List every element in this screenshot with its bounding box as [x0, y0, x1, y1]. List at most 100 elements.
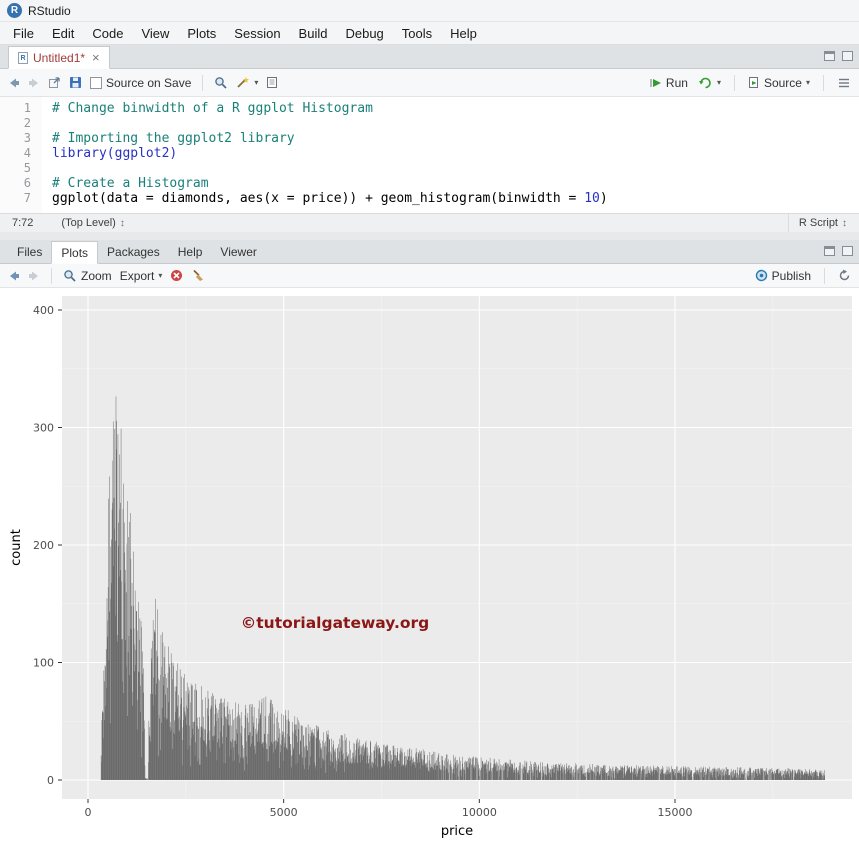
- x-tick-label: 10000: [462, 806, 497, 819]
- tab-files[interactable]: Files: [8, 240, 51, 263]
- toolbar-separator: [823, 75, 824, 91]
- file-type-selector[interactable]: R Script ↕: [788, 214, 847, 232]
- updown-icon: ↕: [842, 218, 847, 229]
- code-editor[interactable]: 1234567 # Change binwidth of a R ggplot …: [0, 97, 859, 213]
- menu-tools[interactable]: Tools: [393, 23, 441, 44]
- notebook-icon: [266, 76, 278, 89]
- x-axis-title: price: [441, 824, 473, 839]
- watermark-text: ©tutorialgateway.org: [241, 614, 429, 632]
- back-button[interactable]: [8, 77, 20, 89]
- tab-viewer[interactable]: Viewer: [211, 240, 265, 263]
- app-title: RStudio: [28, 4, 71, 18]
- file-type-label: R Script: [799, 217, 838, 229]
- rstudio-window: R RStudio FileEditCodeViewPlotsSessionBu…: [0, 0, 859, 845]
- y-tick-label: 100: [33, 657, 54, 670]
- caret-down-icon: ▾: [717, 78, 721, 87]
- toolbar-separator: [51, 268, 52, 284]
- previous-plot-button[interactable]: [8, 270, 20, 282]
- back-arrow-icon: [8, 270, 20, 282]
- ggplot-histogram: 0100200300400050001000015000pricecount©t…: [0, 288, 859, 845]
- forward-arrow-icon: [28, 270, 40, 282]
- forward-button[interactable]: [28, 77, 40, 89]
- menu-file[interactable]: File: [4, 23, 43, 44]
- cursor-position: 7:72: [12, 217, 33, 229]
- document-outline-button[interactable]: [837, 77, 851, 89]
- scope-selector[interactable]: (Top Level) ↕: [61, 217, 124, 229]
- tab-untitled1[interactable]: R Untitled1* ×: [8, 46, 110, 69]
- refresh-icon: [838, 269, 851, 282]
- menu-plots[interactable]: Plots: [178, 23, 225, 44]
- magnifier-icon: [214, 76, 228, 90]
- tab-plots[interactable]: Plots: [51, 241, 98, 264]
- find-replace-button[interactable]: [214, 76, 228, 90]
- x-tick-label: 0: [85, 806, 92, 819]
- pane-window-buttons: [824, 246, 853, 256]
- run-button[interactable]: Run: [649, 76, 688, 90]
- menu-edit[interactable]: Edit: [43, 23, 83, 44]
- source-pane: R Untitled1* × Sou: [0, 45, 859, 232]
- r-script-icon: R: [18, 52, 28, 64]
- caret-down-icon: ▾: [806, 78, 810, 87]
- magnifier-icon: [63, 269, 77, 283]
- line-numbers: 1234567: [0, 97, 42, 213]
- y-axis-title: count: [9, 529, 24, 566]
- outline-icon: [837, 77, 851, 89]
- y-tick-label: 300: [33, 422, 54, 435]
- publish-label: Publish: [772, 269, 811, 283]
- menu-session[interactable]: Session: [225, 23, 289, 44]
- source-on-save-checkbox[interactable]: [90, 77, 102, 89]
- maximize-pane-icon[interactable]: [842, 246, 853, 256]
- run-arrow-icon: [649, 77, 662, 89]
- source-tabstrip: R Untitled1* ×: [0, 45, 859, 69]
- minimize-pane-icon[interactable]: [824, 51, 835, 61]
- save-button[interactable]: [69, 76, 82, 89]
- code-lines: # Change binwidth of a R ggplot Histogra…: [42, 97, 608, 213]
- source-button[interactable]: Source ▾: [748, 76, 810, 90]
- tab-title: Untitled1*: [33, 51, 85, 65]
- title-bar: R RStudio: [0, 0, 859, 22]
- popout-icon: [48, 76, 61, 89]
- x-tick-label: 5000: [270, 806, 298, 819]
- remove-plot-icon: [170, 269, 183, 282]
- menu-build[interactable]: Build: [290, 23, 337, 44]
- tab-help[interactable]: Help: [169, 240, 212, 263]
- source-toolbar-right: Run ▾ Source ▾: [649, 75, 851, 91]
- compile-report-button[interactable]: [266, 76, 278, 89]
- save-icon: [69, 76, 82, 89]
- tab-packages[interactable]: Packages: [98, 240, 169, 263]
- menu-debug[interactable]: Debug: [336, 23, 392, 44]
- refresh-plot-button[interactable]: [838, 269, 851, 282]
- publish-button[interactable]: Publish: [755, 269, 811, 283]
- menu-view[interactable]: View: [132, 23, 178, 44]
- plots-toolbar: Zoom Export ▾ Publish: [0, 264, 859, 288]
- updown-icon: ↕: [120, 218, 125, 229]
- scope-label: (Top Level): [61, 217, 115, 229]
- menu-help[interactable]: Help: [441, 23, 486, 44]
- rerun-button[interactable]: ▾: [698, 76, 721, 89]
- menu-bar: FileEditCodeViewPlotsSessionBuildDebugTo…: [0, 22, 859, 45]
- source-on-save-toggle[interactable]: Source on Save: [90, 76, 191, 90]
- export-button[interactable]: Export ▾: [120, 269, 163, 283]
- open-in-new-window-button[interactable]: [48, 76, 61, 89]
- remove-plot-button[interactable]: [170, 269, 183, 282]
- maximize-pane-icon[interactable]: [842, 51, 853, 61]
- forward-arrow-icon: [28, 77, 40, 89]
- zoom-button[interactable]: Zoom: [63, 269, 112, 283]
- pane-divider[interactable]: [0, 232, 859, 240]
- source-toolbar: Source on Save ▾ Run ▾: [0, 69, 859, 97]
- y-tick-label: 200: [33, 539, 54, 552]
- zoom-label: Zoom: [81, 269, 112, 283]
- minimize-pane-icon[interactable]: [824, 246, 835, 256]
- run-label: Run: [666, 76, 688, 90]
- source-statusbar: 7:72 (Top Level) ↕ R Script ↕: [0, 213, 859, 232]
- toolbar-separator: [202, 75, 203, 91]
- code-tools-button[interactable]: ▾: [236, 76, 258, 89]
- caret-down-icon: ▾: [254, 78, 258, 87]
- menu-code[interactable]: Code: [83, 23, 132, 44]
- pane-window-buttons: [824, 51, 853, 61]
- source-doc-icon: [748, 76, 760, 89]
- close-tab-icon[interactable]: ×: [92, 51, 100, 64]
- next-plot-button[interactable]: [28, 270, 40, 282]
- magic-wand-icon: [236, 76, 250, 89]
- clear-all-plots-button[interactable]: [191, 269, 205, 282]
